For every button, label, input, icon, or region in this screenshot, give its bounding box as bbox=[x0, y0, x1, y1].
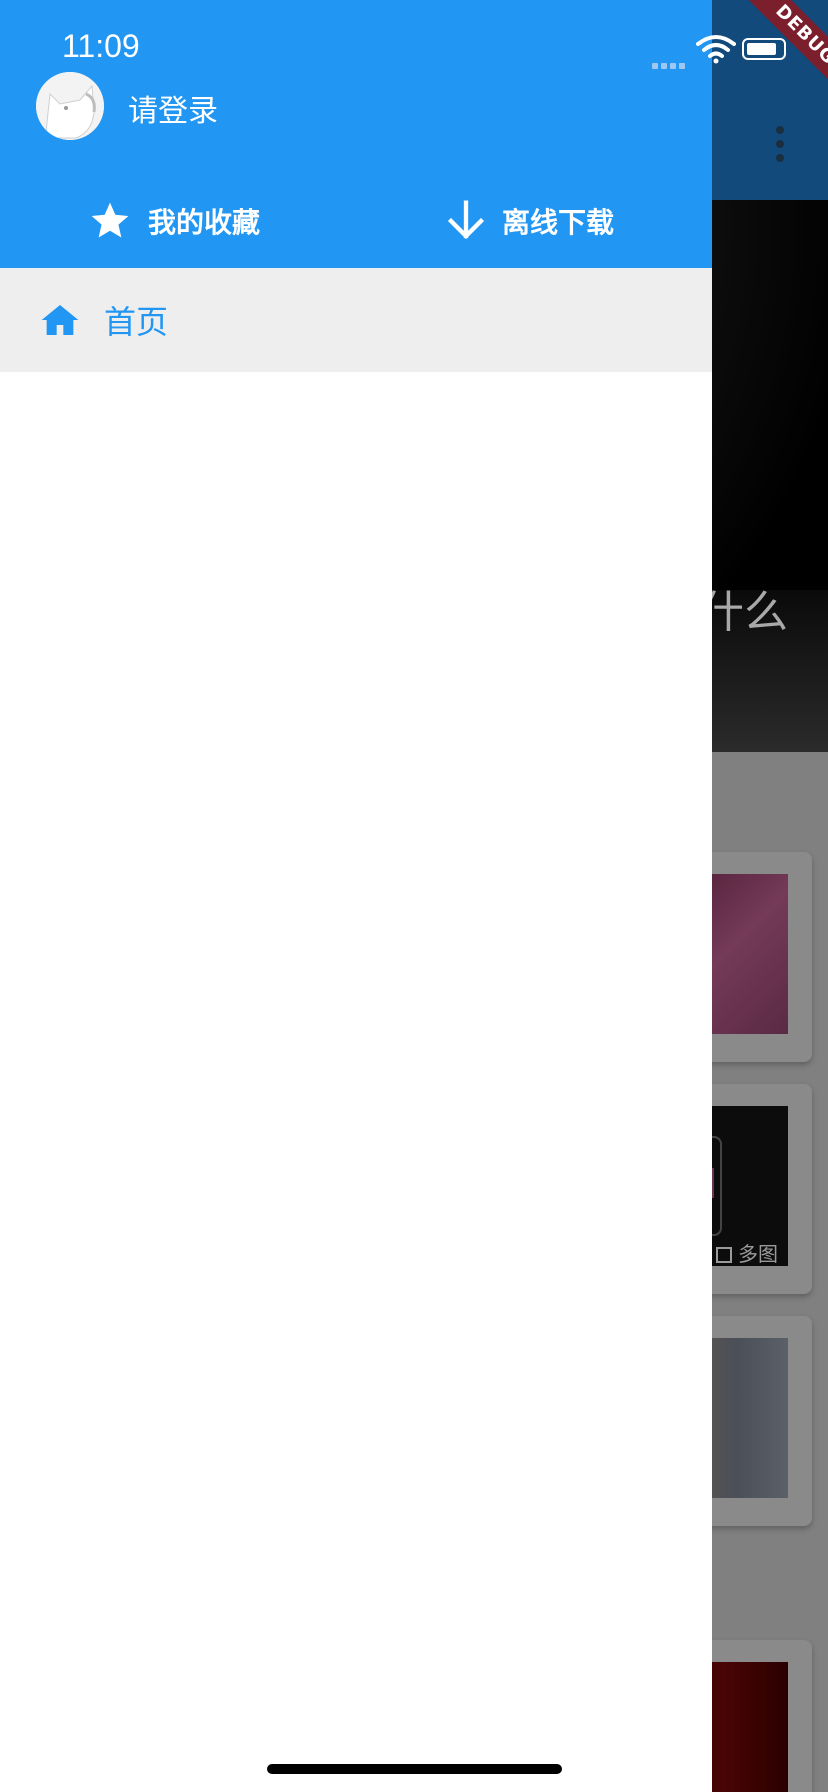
multi-image-icon bbox=[716, 1247, 732, 1263]
banner-text: 什么 bbox=[700, 587, 788, 638]
offline-download-label: 离线下载 bbox=[502, 206, 615, 239]
cellular-signal-icon bbox=[652, 54, 688, 73]
avatar-cat-icon bbox=[36, 72, 104, 140]
multi-image-label: 多图 bbox=[738, 1242, 778, 1266]
favorites-button[interactable]: 我的收藏 bbox=[88, 196, 260, 246]
more-vert-icon[interactable] bbox=[770, 126, 790, 162]
wifi-icon bbox=[696, 35, 736, 64]
battery-icon bbox=[742, 38, 786, 60]
multi-image-badge: 多图 bbox=[716, 1238, 778, 1267]
home-icon bbox=[41, 305, 79, 335]
star-icon bbox=[91, 202, 129, 238]
navigation-drawer: 请登录 我的收藏 离线下载 首页 bbox=[0, 0, 712, 1792]
sidebar-item-label: 首页 bbox=[104, 303, 169, 341]
status-time: 11:09 bbox=[62, 28, 140, 64]
arrow-down-icon bbox=[447, 200, 485, 240]
sidebar-item-home[interactable]: 首页 bbox=[0, 268, 712, 372]
favorites-label: 我的收藏 bbox=[148, 206, 261, 239]
login-prompt[interactable]: 请登录 bbox=[128, 86, 218, 130]
offline-download-button[interactable]: 离线下载 bbox=[446, 196, 614, 246]
avatar[interactable] bbox=[36, 72, 104, 140]
home-indicator[interactable] bbox=[267, 1764, 562, 1774]
